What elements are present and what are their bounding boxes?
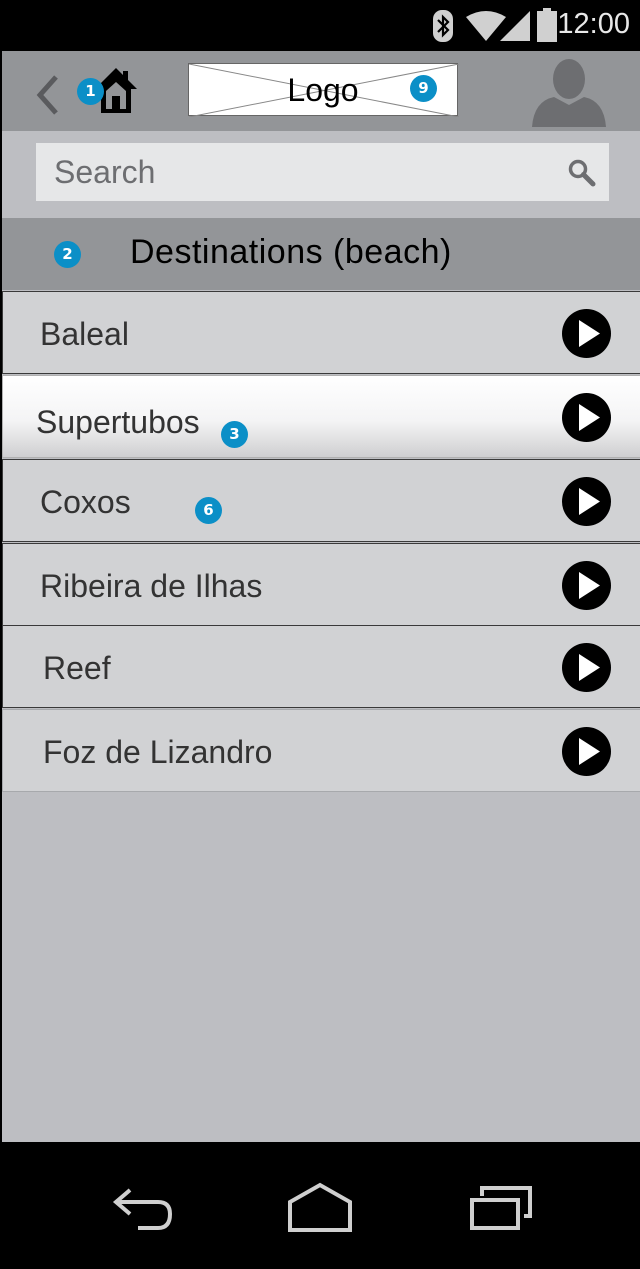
annotation-badge: 6 (195, 497, 222, 524)
battery-icon (537, 8, 557, 42)
app-screen: 1 Logo 9 2 Destinations (beach) Baleal (0, 51, 640, 1142)
list-item-label: Ribeira de Ilhas (40, 568, 263, 604)
play-icon[interactable] (562, 477, 611, 526)
search-bar (2, 131, 640, 218)
annotation-badge: 1 (77, 78, 104, 105)
avatar-icon[interactable] (530, 57, 608, 127)
play-icon[interactable] (562, 393, 611, 442)
status-bar: 12:00 (0, 0, 640, 51)
search-input[interactable] (36, 143, 609, 201)
section-header: 2 Destinations (beach) (2, 218, 640, 290)
top-bar: 1 Logo 9 (2, 51, 640, 131)
list-item-label: Supertubos (36, 404, 200, 440)
play-icon[interactable] (562, 727, 611, 776)
list-item-coxos[interactable]: Coxos 6 (2, 459, 640, 542)
back-chevron-icon[interactable] (36, 75, 60, 115)
list-item-supertubos[interactable]: Supertubos 3 (2, 375, 640, 458)
system-nav-bar (0, 1142, 640, 1269)
list-item-label: Baleal (40, 316, 129, 352)
annotation-badge: 2 (54, 241, 81, 268)
list-item-ribeira-de-ilhas[interactable]: Ribeira de Ilhas (2, 543, 640, 626)
bluetooth-icon (433, 10, 453, 42)
list-item-foz-de-lizandro[interactable]: Foz de Lizandro (2, 709, 640, 792)
annotation-badge: 3 (221, 421, 248, 448)
play-icon[interactable] (562, 309, 611, 358)
signal-icon (500, 11, 530, 41)
list-item-label: Foz de Lizandro (43, 734, 273, 770)
nav-recents-icon[interactable] (468, 1184, 534, 1232)
list-item-baleal[interactable]: Baleal (2, 291, 640, 374)
search-icon[interactable] (568, 159, 596, 187)
annotation-badge: 9 (410, 75, 437, 102)
play-icon[interactable] (562, 561, 611, 610)
nav-home-icon[interactable] (286, 1182, 354, 1232)
nav-back-icon[interactable] (110, 1184, 176, 1232)
status-time: 12:00 (557, 8, 630, 40)
section-title: Destinations (beach) (130, 233, 452, 271)
list-item-label: Reef (43, 650, 111, 686)
list-item-reef[interactable]: Reef (2, 625, 640, 708)
play-icon[interactable] (562, 643, 611, 692)
list-item-label: Coxos (40, 484, 131, 520)
